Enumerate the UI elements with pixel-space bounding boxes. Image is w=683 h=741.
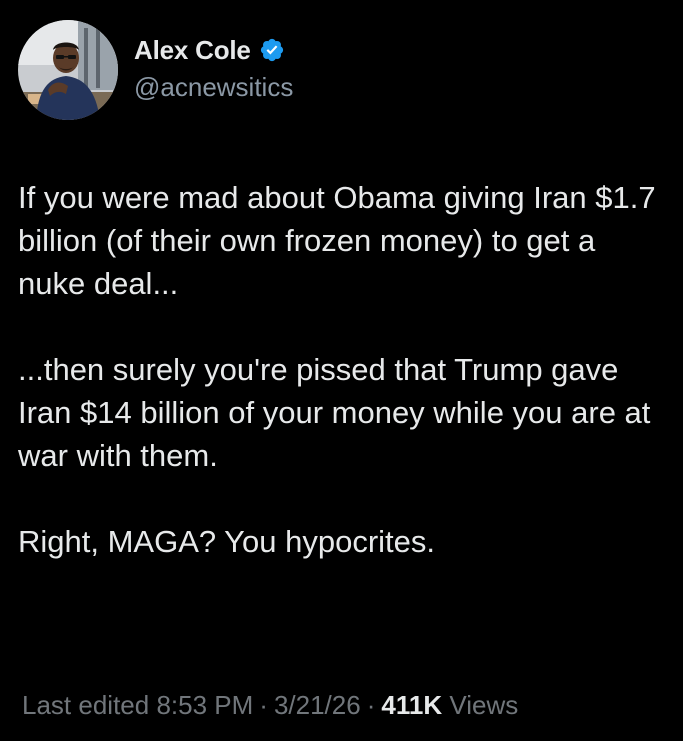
- tweet-meta: Last edited 8:53 PM · 3/21/26 · 411K Views: [22, 690, 518, 721]
- separator: ·: [366, 690, 376, 720]
- tweet-paragraph: If you were mad about Obama giving Iran …: [18, 180, 656, 301]
- author-block: Alex Cole @acnewsitics: [134, 34, 293, 103]
- avatar[interactable]: [18, 20, 118, 120]
- tweet-paragraph: ...then surely you're pissed that Trump …: [18, 352, 651, 473]
- display-name[interactable]: Alex Cole: [134, 35, 251, 66]
- tweet-date[interactable]: 3/21/26: [274, 690, 361, 720]
- name-row: Alex Cole: [134, 34, 293, 66]
- views-label: Views: [449, 690, 519, 720]
- separator: ·: [259, 690, 268, 720]
- tweet-header: Alex Cole @acnewsitics: [18, 20, 293, 120]
- tweet-time[interactable]: 8:53 PM: [156, 690, 253, 720]
- last-edited-label[interactable]: Last edited: [22, 690, 149, 720]
- views-count[interactable]: 411K: [381, 690, 442, 720]
- tweet-text: If you were mad about Obama giving Iran …: [18, 176, 668, 563]
- verified-badge-icon[interactable]: [259, 37, 285, 63]
- handle[interactable]: @acnewsitics: [134, 72, 293, 103]
- tweet-paragraph: Right, MAGA? You hypocrites.: [18, 524, 436, 559]
- avatar-image: [18, 20, 118, 120]
